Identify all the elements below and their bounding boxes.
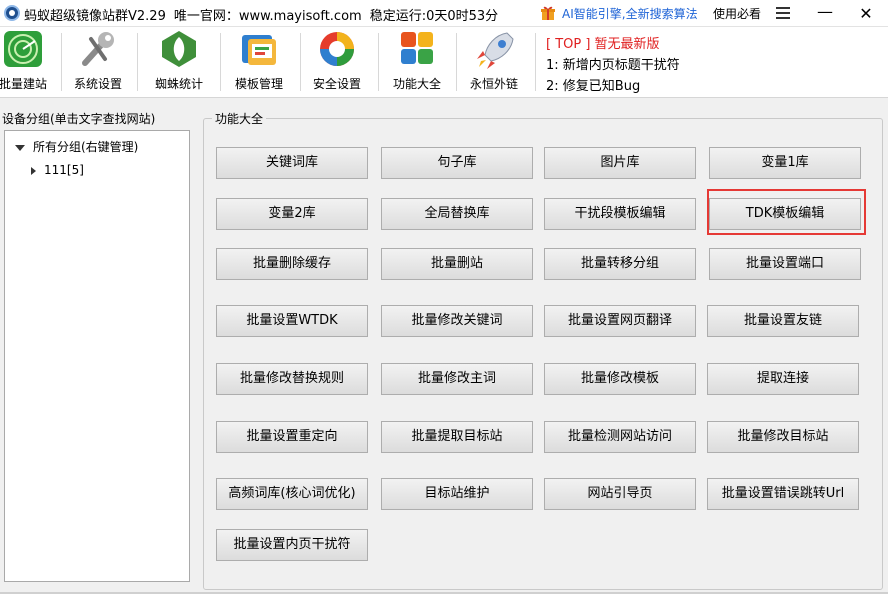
function-button[interactable]: 批量修改主词 (381, 363, 533, 395)
minimize-button[interactable]: — (808, 0, 842, 27)
title-bar: 蚂蚁超级镜像站群V2.29 唯一官网：www.mayisoft.com 稳定运行:0… (0, 0, 888, 27)
function-button[interactable]: 干扰段模板编辑 (544, 198, 696, 230)
help-link[interactable]: 使用必看 (713, 5, 761, 22)
toolbar-batch-build-button[interactable]: 批量建站 (0, 29, 58, 97)
function-button[interactable]: 批量设置重定向 (216, 421, 368, 453)
toolbar-label: 功能大全 (392, 77, 441, 91)
function-button[interactable]: 批量设置错误跳转Url (707, 478, 859, 510)
template-icon (242, 35, 276, 65)
function-button[interactable]: 批量修改模板 (544, 363, 696, 395)
menu-icon[interactable] (776, 7, 790, 19)
tree-node-label[interactable]: 所有分组(右键管理) (33, 140, 138, 154)
toolbar-label: 安全设置 (312, 77, 361, 91)
toolbar-separator (535, 33, 536, 91)
toolbar-separator (137, 33, 138, 91)
toolbar-settings-button[interactable]: 系统设置 (63, 29, 133, 97)
function-button[interactable]: 句子库 (381, 147, 533, 179)
uptime: 稳定运行:0天0时53分 (369, 9, 499, 24)
tdk-highlight-box (707, 189, 866, 235)
toolbar-label: 永恒外链 (469, 77, 518, 91)
collapse-arrow-icon[interactable] (31, 166, 36, 175)
function-button[interactable]: 批量删站 (381, 248, 533, 280)
function-button[interactable]: 网站引导页 (544, 478, 696, 510)
function-button[interactable]: 批量修改替换规则 (216, 363, 368, 395)
toolbar-label: 系统设置 (73, 77, 122, 91)
function-button[interactable]: 批量转移分组 (544, 248, 696, 280)
function-button[interactable]: 批量修改关键词 (381, 305, 533, 337)
toolbar-separator (61, 33, 62, 91)
device-group-title: 设备分组(单击文字查找网站) (2, 112, 156, 126)
group-tree[interactable]: 所有分组(右键管理) 111[5] (4, 130, 190, 582)
function-button[interactable]: 提取连接 (707, 363, 859, 395)
apps-icon (401, 32, 433, 64)
toolbar-security-button[interactable]: 安全设置 (302, 29, 372, 97)
expand-arrow-icon[interactable] (15, 144, 25, 151)
toolbar-separator (300, 33, 301, 91)
wrench-icon (82, 32, 114, 66)
window-title: 蚂蚁超级镜像站群V2.29 唯一官网：www.mayisoft.com 稳定运行:0… (24, 5, 498, 24)
function-button[interactable]: 批量修改目标站 (707, 421, 859, 453)
function-button[interactable]: 批量设置内页干扰符 (216, 529, 368, 561)
tree-node-label[interactable]: 111[5] (44, 163, 84, 177)
toolbar-label: 蜘蛛统计 (154, 77, 203, 91)
toolbar-separator (220, 33, 221, 91)
news-item: 2: 修复已知Bug (546, 79, 641, 94)
function-button[interactable]: 批量删除缓存 (216, 248, 368, 280)
toolbar-template-button[interactable]: 模板管理 (224, 29, 294, 97)
radar-icon (4, 31, 42, 67)
function-button[interactable]: 关键词库 (216, 147, 368, 179)
function-button[interactable]: 批量设置网页翻译 (544, 305, 696, 337)
toolbar-all-functions-button[interactable]: 功能大全 (382, 29, 452, 97)
news-top-line[interactable]: [ TOP ] 暂无最新版 (546, 33, 660, 52)
ai-engine-link[interactable]: AI智能引擎,全新搜索算法 (562, 5, 698, 22)
gift-icon[interactable] (540, 5, 556, 21)
tree-root-node[interactable]: 所有分组(右键管理) (15, 138, 138, 155)
app-logo-icon (4, 5, 20, 21)
shield-icon (320, 32, 354, 66)
function-button[interactable]: 批量设置友链 (707, 305, 859, 337)
app-name: 蚂蚁超级镜像站群V2.29 (24, 9, 166, 24)
function-button[interactable]: 批量检测网站访问 (544, 421, 696, 453)
toolbar-label: 批量建站 (0, 77, 47, 91)
function-button[interactable]: 目标站维护 (381, 478, 533, 510)
toolbar-separator (378, 33, 379, 91)
function-button[interactable]: 全局替换库 (381, 198, 533, 230)
function-button[interactable]: 批量提取目标站 (381, 421, 533, 453)
function-button[interactable]: 变量2库 (216, 198, 368, 230)
rocket-icon (477, 32, 514, 69)
toolbar: 批量建站 系统设置 蜘蛛统计 模板管理 安全设置 功能大全 永恒外链 (0, 27, 888, 98)
function-button[interactable]: 图片库 (544, 147, 696, 179)
close-button[interactable]: ✕ (846, 0, 886, 27)
official-site: 唯一官网：www.mayisoft.com (173, 9, 362, 24)
toolbar-label: 模板管理 (234, 77, 283, 91)
toolbar-external-links-button[interactable]: 永恒外链 (459, 29, 529, 97)
toolbar-separator (456, 33, 457, 91)
spider-icon (162, 31, 196, 67)
function-button[interactable]: 批量设置WTDK (216, 305, 368, 337)
toolbar-spider-stats-button[interactable]: 蜘蛛统计 (144, 29, 214, 97)
tree-child-node[interactable]: 111[5] (31, 163, 84, 177)
function-button[interactable]: 批量设置端口 (709, 248, 861, 280)
function-panel-title: 功能大全 (212, 110, 267, 127)
function-button[interactable]: 高频词库(核心词优化) (216, 478, 368, 510)
function-button[interactable]: 变量1库 (709, 147, 861, 179)
news-item: 1: 新增内页标题干扰符 (546, 58, 680, 73)
